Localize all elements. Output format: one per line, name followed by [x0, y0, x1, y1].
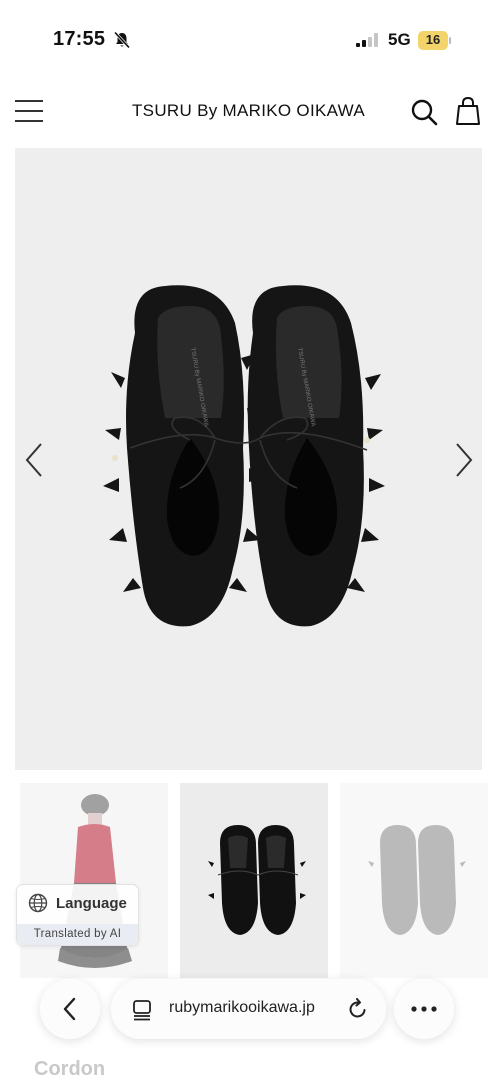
product-image-main[interactable]: TSURU By MARIKO OIKAWA TSURU By MARIKO O… [15, 148, 482, 770]
browser-more-button[interactable] [394, 979, 454, 1039]
search-icon[interactable] [410, 98, 438, 126]
thumbnail-strip [0, 783, 497, 980]
thumbnail-model[interactable] [20, 783, 168, 978]
product-name-peek: Cordon [34, 1058, 106, 1080]
site-header: TSURU By MARIKO OIKAWA [0, 88, 497, 136]
browser-back-button[interactable] [40, 979, 100, 1039]
language-widget[interactable]: Language Translated by AI [16, 884, 139, 946]
status-time: 17:55 [53, 28, 106, 50]
bell-muted-icon [113, 31, 131, 49]
next-image-arrow-icon[interactable] [453, 440, 475, 480]
tabs-icon [133, 1000, 151, 1021]
chevron-left-icon [63, 997, 76, 1021]
globe-icon [28, 893, 48, 913]
more-dots-icon [411, 1006, 437, 1012]
shoes-top-view-image: TSURU By MARIKO OIKAWA TSURU By MARIKO O… [103, 285, 385, 627]
shoes-thumbnail-image [208, 825, 306, 935]
thumbnail-shoes-top[interactable] [180, 783, 328, 978]
address-bar[interactable]: rubymarikooikawa.jp [111, 979, 386, 1039]
language-label: Language [56, 895, 127, 912]
network-label: 5G [388, 30, 411, 49]
shoes-alt-thumbnail-image [368, 825, 466, 935]
model-photo-image [58, 794, 132, 968]
battery-icon: 16 [418, 31, 452, 50]
signal-icon [356, 33, 378, 47]
shopping-bag-icon[interactable] [455, 96, 481, 126]
status-bar: 17:55 5G 16 [0, 0, 497, 78]
translated-by-ai-label: Translated by AI [17, 924, 138, 945]
thumbnail-shoes-alt[interactable] [340, 783, 488, 978]
previous-image-arrow-icon[interactable] [23, 440, 45, 480]
battery-level: 16 [425, 32, 441, 47]
browser-toolbar: rubymarikooikawa.jp [0, 975, 497, 1045]
screen: 17:55 5G 16 TSURU By MARIKO OIKAWA TSURU… [0, 0, 497, 1080]
reload-icon[interactable] [347, 998, 369, 1020]
url-text: rubymarikooikawa.jp [169, 999, 315, 1016]
